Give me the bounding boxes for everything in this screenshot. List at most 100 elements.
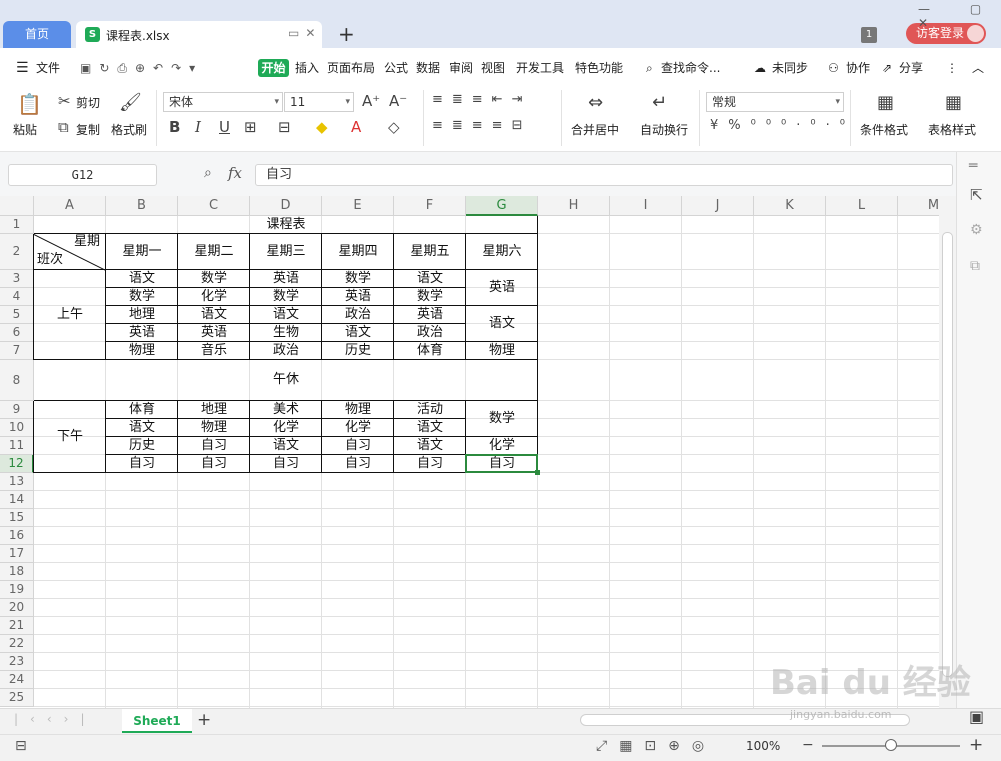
row-header-23[interactable]: 23	[0, 653, 34, 671]
class-cell[interactable]: 英语	[466, 270, 538, 306]
class-cell[interactable]: 历史	[106, 437, 178, 455]
menu-tab-insert[interactable]: 插入	[295, 60, 319, 76]
row-header-14[interactable]: 14	[0, 491, 34, 509]
share-button[interactable]: 分享	[899, 60, 923, 76]
sidebar-menu-icon[interactable]: ═	[969, 158, 977, 174]
class-cell[interactable]: 数学	[106, 288, 178, 306]
window-count-badge[interactable]: 1	[861, 27, 877, 43]
afternoon-label[interactable]: 下午	[34, 401, 106, 473]
class-cell[interactable]: 化学	[250, 419, 322, 437]
zoom-slider-handle[interactable]	[885, 739, 897, 751]
row-header-8[interactable]: 8	[0, 360, 34, 401]
class-cell[interactable]: 语文	[394, 419, 466, 437]
day-header[interactable]: 星期五	[394, 234, 466, 270]
sidebar-tool-icon[interactable]: ⚙	[970, 222, 983, 238]
wrap-icon[interactable]: ↵	[652, 92, 667, 113]
class-cell[interactable]: 化学	[322, 419, 394, 437]
number-format-icons[interactable]: ¥%⁰⁰⁰·⁰·⁰	[710, 118, 855, 133]
new-tab-button[interactable]: +	[338, 22, 355, 46]
column-header-m[interactable]: M	[898, 196, 939, 216]
menu-tab-view[interactable]: 视图	[481, 60, 505, 76]
row-header-5[interactable]: 5	[0, 306, 34, 324]
day-header[interactable]: 星期四	[322, 234, 394, 270]
class-cell[interactable]: 历史	[322, 342, 394, 360]
menu-tab-developer[interactable]: 开发工具	[516, 60, 564, 76]
vertical-scroll-thumb[interactable]	[942, 232, 953, 677]
class-cell[interactable]: 数学	[178, 270, 250, 288]
font-name-select[interactable]: 宋体 ▾	[163, 92, 283, 112]
class-cell[interactable]: 物理	[178, 419, 250, 437]
font-color-icon[interactable]: A	[351, 118, 361, 136]
class-cell[interactable]: 政治	[394, 324, 466, 342]
row-header-18[interactable]: 18	[0, 563, 34, 581]
class-cell[interactable]: 数学	[394, 288, 466, 306]
cut-button[interactable]: 剪切	[76, 94, 100, 111]
day-header[interactable]: 星期三	[250, 234, 322, 270]
font-size-select[interactable]: 11 ▾	[284, 92, 354, 112]
tab-controls-icon[interactable]: ▭✕	[288, 26, 321, 40]
row-header-9[interactable]: 9	[0, 401, 34, 419]
class-cell[interactable]: 语文	[106, 270, 178, 288]
class-cell[interactable]: 自习	[250, 455, 322, 473]
zoom-level[interactable]: 100%	[746, 739, 780, 753]
menu-tab-features[interactable]: 特色功能	[575, 60, 623, 76]
class-cell[interactable]: 语文	[322, 324, 394, 342]
tab-home[interactable]: 首页	[3, 21, 71, 48]
class-cell[interactable]: 语文	[394, 270, 466, 288]
row-header-3[interactable]: 3	[0, 270, 34, 288]
class-cell[interactable]: 自习	[178, 437, 250, 455]
collapse-ribbon-icon[interactable]: ︿	[972, 60, 984, 76]
class-cell[interactable]: 体育	[394, 342, 466, 360]
class-cell[interactable]: 政治	[250, 342, 322, 360]
row-header-25[interactable]: 25	[0, 689, 34, 707]
class-cell[interactable]: 英语	[394, 306, 466, 324]
underline-icon[interactable]: U	[219, 118, 230, 136]
number-format-select[interactable]: 常规 ▾	[706, 92, 844, 112]
menu-file[interactable]: 文件	[36, 60, 60, 76]
class-cell[interactable]: 地理	[178, 401, 250, 419]
table-style-button[interactable]: 表格样式	[928, 121, 976, 138]
italic-icon[interactable]: I	[195, 118, 201, 136]
class-cell[interactable]: 英语	[250, 270, 322, 288]
column-header-j[interactable]: J	[682, 196, 754, 216]
merge-center-button[interactable]: 合并居中	[571, 121, 619, 138]
align-vertical-icons[interactable]: ≡≣≡⇤⇥	[432, 92, 531, 107]
corner-shift-label[interactable]: 班次	[34, 252, 106, 270]
day-header[interactable]: 星期一	[106, 234, 178, 270]
day-header[interactable]: 星期二	[178, 234, 250, 270]
class-cell[interactable]: 活动	[394, 401, 466, 419]
class-cell[interactable]: 语文	[106, 419, 178, 437]
menu-tab-formula[interactable]: 公式	[384, 60, 408, 76]
row-header-21[interactable]: 21	[0, 617, 34, 635]
table-style-icon[interactable]: ▦	[945, 92, 962, 113]
collab-button[interactable]: 协作	[846, 60, 870, 76]
noon-break-label[interactable]: 午休	[34, 360, 538, 401]
pointer-icon[interactable]: ⇱	[970, 186, 983, 204]
row-header-17[interactable]: 17	[0, 545, 34, 563]
row-header-15[interactable]: 15	[0, 509, 34, 527]
class-cell[interactable]: 物理	[466, 342, 538, 360]
class-cell[interactable]: 语文	[178, 306, 250, 324]
zoom-in-icon[interactable]: +	[969, 735, 983, 755]
class-cell[interactable]: 地理	[106, 306, 178, 324]
font-shrink-icon[interactable]: A⁻	[389, 92, 407, 110]
class-cell[interactable]: 生物	[250, 324, 322, 342]
spreadsheet-grid[interactable]: A B C D E F G H I J K L M 1 2 3 4 5 6 7 8 9 10 11 12 13 14 15 16 17 18…	[0, 196, 939, 708]
column-header-f[interactable]: F	[394, 196, 466, 216]
row-header-22[interactable]: 22	[0, 635, 34, 653]
menu-tab-start[interactable]: 开始	[258, 59, 289, 77]
format-painter-icon[interactable]: 🖌	[119, 92, 142, 113]
column-header-k[interactable]: K	[754, 196, 826, 216]
column-header-c[interactable]: C	[178, 196, 250, 216]
add-sheet-button[interactable]: +	[197, 710, 211, 730]
format-painter-button[interactable]: 格式刷	[111, 121, 147, 138]
class-cell[interactable]: 英语	[322, 288, 394, 306]
paste-button[interactable]: 粘贴	[13, 121, 37, 138]
select-all-corner[interactable]	[0, 196, 34, 216]
menu-tab-page-layout[interactable]: 页面布局	[327, 60, 375, 76]
formula-input[interactable]: 自习	[255, 164, 953, 186]
class-cell[interactable]: 自习	[322, 455, 394, 473]
row-header-19[interactable]: 19	[0, 581, 34, 599]
fill-pattern-icon[interactable]: ⊟	[278, 118, 291, 136]
quick-access-icons[interactable]: ▣↻⎙⊕↶↷▾	[80, 60, 203, 76]
